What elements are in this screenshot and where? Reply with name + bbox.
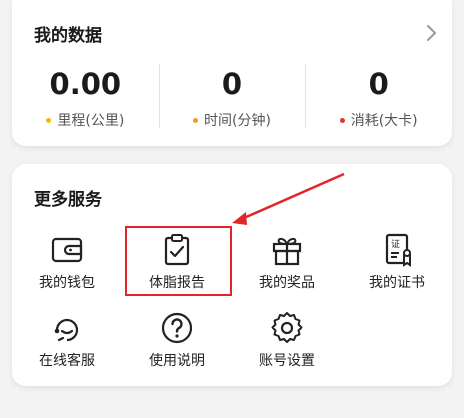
- service-wallet-label: 我的钱包: [39, 275, 95, 291]
- stat-calories-value: 0: [368, 67, 389, 101]
- stat-distance-dot: [46, 117, 52, 123]
- service-instructions-label: 使用说明: [149, 353, 205, 369]
- stat-time-label: 时间(分钟): [204, 113, 271, 129]
- my-data-card[interactable]: 我的数据 0.00 里程(公里) 0 时间(分钟) 0 消耗(大卡): [12, 0, 452, 146]
- service-certificates[interactable]: 证 我的证书: [342, 232, 452, 302]
- my-data-title: 我的数据: [34, 26, 102, 46]
- wallet-icon: [51, 237, 83, 263]
- more-services-card: 更多服务 我的钱包 体脂报告 我的奖品 证 我的证书 在线客服 使用说明 账号设…: [12, 164, 452, 386]
- service-online-support-label: 在线客服: [39, 353, 95, 369]
- stat-distance-value: 0.00: [49, 67, 122, 101]
- stat-time-dot: [193, 117, 199, 123]
- highlight-annotation-box: [125, 226, 232, 296]
- service-prizes[interactable]: 我的奖品: [232, 232, 342, 302]
- settings-gear-icon: [271, 312, 303, 343]
- help-icon: [161, 312, 193, 344]
- customer-service-icon: [54, 318, 79, 342]
- stat-time[interactable]: 0 时间(分钟): [158, 64, 306, 134]
- service-wallet[interactable]: 我的钱包: [12, 232, 122, 302]
- stat-calories[interactable]: 0 消耗(大卡): [305, 64, 452, 134]
- service-account-settings[interactable]: 账号设置: [232, 310, 342, 380]
- certificate-icon: 证: [385, 233, 411, 267]
- stat-time-value: 0: [221, 67, 243, 101]
- stats-row: 0.00 里程(公里) 0 时间(分钟) 0 消耗(大卡): [12, 64, 452, 134]
- gift-icon: [272, 237, 302, 266]
- chevron-right-icon[interactable]: [422, 22, 440, 44]
- service-prizes-label: 我的奖品: [259, 275, 315, 291]
- stat-calories-dot: [339, 117, 345, 123]
- service-account-settings-label: 账号设置: [259, 353, 315, 369]
- stat-distance-label: 里程(公里): [57, 113, 125, 129]
- svg-text:证: 证: [391, 239, 400, 250]
- service-instructions[interactable]: 使用说明: [122, 310, 232, 380]
- stat-distance[interactable]: 0.00 里程(公里): [12, 64, 159, 134]
- stat-calories-label: 消耗(大卡): [350, 113, 418, 129]
- more-services-title: 更多服务: [34, 190, 102, 210]
- service-certificates-label: 我的证书: [369, 275, 425, 291]
- service-online-support[interactable]: 在线客服: [12, 310, 122, 380]
